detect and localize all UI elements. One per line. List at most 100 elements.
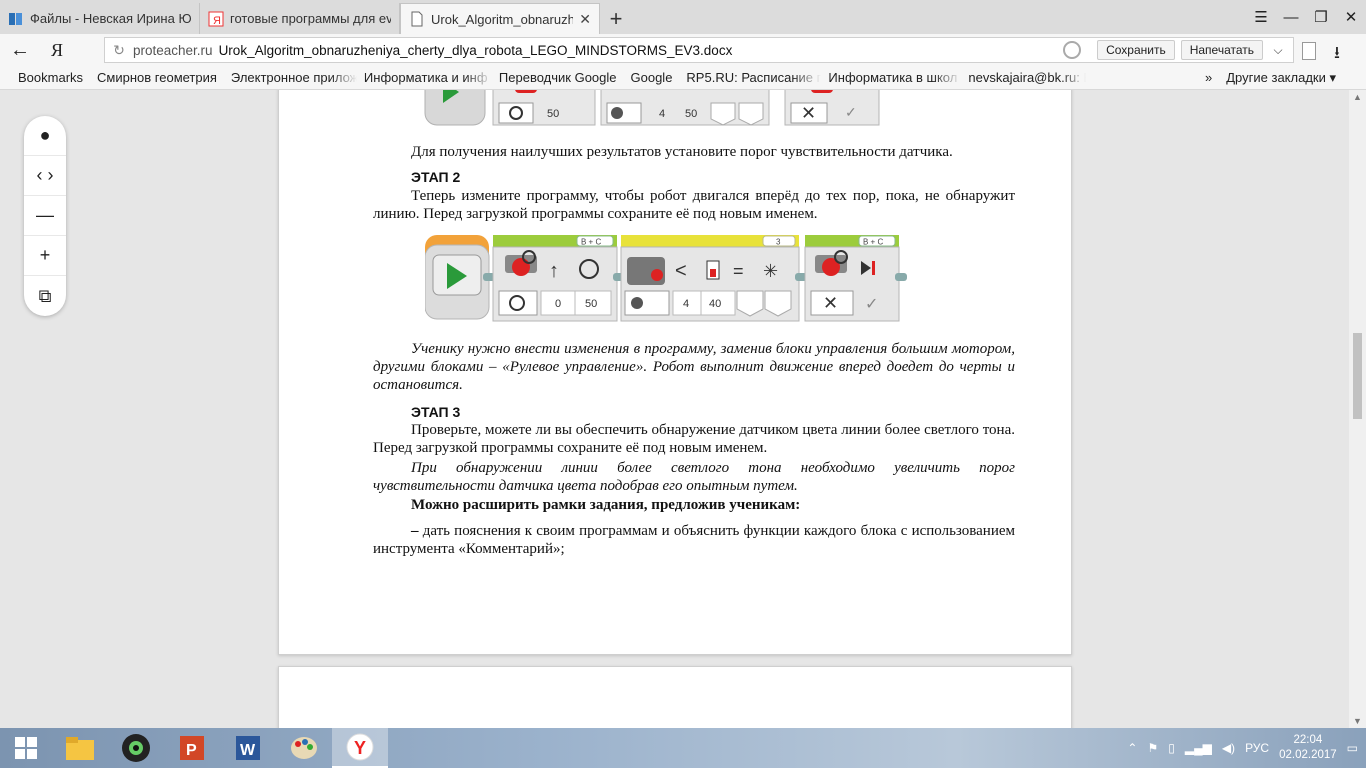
stage2-heading: ЭТАП 2: [411, 169, 461, 185]
url-field[interactable]: ↻ proteacher.ru Urok_Algoritm_obnaruzhen…: [104, 37, 1294, 63]
tab-title: Файлы - Невская Ирина Юр: [30, 11, 191, 26]
fit-page-icon[interactable]: ⧉: [24, 276, 66, 316]
light-icon: ✳: [763, 261, 778, 281]
taskbar-explorer[interactable]: [52, 728, 108, 768]
dot-icon[interactable]: ●: [24, 116, 66, 156]
restore-icon[interactable]: ❐: [1306, 8, 1336, 26]
document-icon[interactable]: [1302, 42, 1316, 60]
bookmark-item[interactable]: Смирнов геометрия: [90, 70, 224, 85]
power-value: 50: [585, 298, 597, 310]
download-icon[interactable]: ⭳: [1334, 40, 1340, 69]
value-label: 50: [547, 108, 559, 120]
volume-icon[interactable]: ◀): [1222, 741, 1235, 755]
bookmark-item[interactable]: Bookmarks: [0, 70, 90, 85]
print-button[interactable]: Напечатать: [1180, 40, 1263, 60]
bookmark-item[interactable]: Информатика и инф: [357, 70, 492, 85]
taskbar: P W Y ⌃ ⚑ ▯ ▂▄▆ ◀) РУС 22:04 02.02.2017 …: [0, 728, 1366, 768]
extend-heading: Можно расширить рамки задания, предложив…: [411, 497, 801, 513]
scroll-up-icon[interactable]: ▲: [1349, 92, 1366, 102]
stage3-text: Проверьте, можете ли вы обеспечить обнар…: [373, 422, 1015, 456]
value-label: 50: [685, 108, 697, 120]
ev3-program-partial: 50 4 50 ✕ ✓: [424, 90, 880, 126]
taskbar-powerpoint[interactable]: P: [164, 728, 220, 768]
tab-files[interactable]: Файлы - Невская Ирина Юр: [0, 3, 200, 34]
caption-text: Для получения наилучших результатов уста…: [411, 144, 953, 160]
bookmark-item[interactable]: Google: [624, 70, 680, 85]
start-button[interactable]: [0, 728, 52, 768]
port-label: B + C: [581, 238, 601, 247]
clock[interactable]: 22:04 02.02.2017: [1279, 733, 1337, 763]
clock-time: 22:04: [1293, 734, 1323, 746]
minimize-icon[interactable]: —: [1276, 9, 1306, 26]
yandex-browser-icon: Y: [346, 733, 374, 761]
scroll-thumb[interactable]: [1353, 333, 1362, 419]
word-icon: W: [236, 736, 260, 760]
taskbar-word[interactable]: W: [220, 728, 276, 768]
yandex-logo[interactable]: Я: [40, 40, 74, 61]
notifications-icon[interactable]: ▭: [1347, 741, 1358, 755]
scrollbar[interactable]: ▲ ▼: [1349, 90, 1366, 728]
arrow-up-icon: ↑: [549, 260, 559, 282]
tab-title: Urok_Algoritm_obnaruzhe: [431, 11, 574, 27]
save-button[interactable]: Сохранить: [1097, 40, 1175, 60]
signal-icon[interactable]: ▂▄▆: [1185, 741, 1212, 755]
svg-text:P: P: [186, 742, 197, 759]
globe-icon[interactable]: [1063, 41, 1082, 59]
tab-programs[interactable]: Я готовые программы для ev: [200, 3, 400, 34]
more-bookmarks-button[interactable]: »: [1205, 70, 1212, 85]
bookmark-item[interactable]: nevskajaira@bk.ru: Вх: [961, 70, 1086, 85]
tab-title: готовые программы для ev: [230, 11, 391, 26]
url-domain: proteacher.ru: [133, 42, 213, 58]
check-icon: ✓: [845, 104, 857, 120]
system-tray: ⌃ ⚑ ▯ ▂▄▆ ◀) РУС 22:04 02.02.2017 ▭: [1127, 728, 1358, 768]
window-controls: ☰ — ❐ ✕: [1246, 0, 1366, 34]
book-icon: [9, 12, 22, 25]
bookmark-item[interactable]: Электронное прилож: [224, 70, 357, 85]
back-icon[interactable]: ←: [0, 39, 40, 62]
sensor-port-value: 4: [683, 298, 689, 310]
menu-icon[interactable]: ☰: [1246, 8, 1276, 26]
powerpoint-icon: P: [180, 736, 204, 760]
bookmark-item[interactable]: Переводчик Google: [492, 70, 624, 85]
other-bookmarks-label: Другие закладки: [1226, 69, 1326, 85]
close-icon[interactable]: ✕: [579, 11, 591, 28]
scroll-down-icon[interactable]: ▼: [1349, 716, 1366, 726]
folder-icon: [66, 737, 94, 760]
bookmark-item[interactable]: RP5.RU: Расписание г: [679, 70, 821, 85]
document-viewer: 50 4 50 ✕ ✓ Для получения наилучших резу…: [0, 90, 1366, 728]
check-icon: ✓: [865, 296, 878, 313]
page-nav-icon[interactable]: ‹ ›: [24, 156, 66, 196]
tab-document[interactable]: Urok_Algoritm_obnaruzhe ✕: [400, 3, 600, 34]
windows-icon: [15, 737, 37, 759]
document-page: [278, 666, 1072, 728]
bookmark-item[interactable]: Информатика в школ: [821, 70, 961, 85]
brake-icon: ✕: [823, 293, 838, 313]
value-label: 4: [659, 108, 665, 120]
taskbar-camera[interactable]: [108, 728, 164, 768]
chevron-down-icon[interactable]: ⌵: [1269, 43, 1287, 58]
list-dash: –: [411, 523, 419, 539]
zoom-out-icon[interactable]: —: [24, 196, 66, 236]
taskbar-yandex-browser[interactable]: Y: [332, 728, 388, 768]
language-indicator[interactable]: РУС: [1245, 741, 1269, 755]
zoom-in-icon[interactable]: +: [24, 236, 66, 276]
url-path: Urok_Algoritm_obnaruzheniya_cherty_dlya_…: [218, 42, 733, 58]
extend-item-text: дать пояснения к своим программам и объя…: [373, 523, 1016, 557]
viewer-tools: ● ‹ › — + ⧉: [24, 116, 66, 316]
port-label: B + C: [863, 238, 883, 247]
threshold-value: 40: [709, 298, 721, 310]
reload-icon[interactable]: ↻: [105, 42, 133, 59]
flag-icon[interactable]: ⚑: [1147, 741, 1158, 755]
close-window-icon[interactable]: ✕: [1336, 8, 1366, 26]
new-tab-button[interactable]: +: [600, 3, 632, 34]
clock-date: 02.02.2017: [1279, 749, 1337, 761]
motor-icon: [512, 258, 530, 276]
bookmarks-bar: Bookmarks Смирнов геометрия Электронное …: [0, 66, 1366, 90]
taskbar-paint[interactable]: [276, 728, 332, 768]
document-page: 50 4 50 ✕ ✓ Для получения наилучших резу…: [278, 90, 1072, 655]
steer-value: 0: [555, 298, 561, 310]
tray-up-icon[interactable]: ⌃: [1127, 741, 1137, 755]
other-bookmarks-button[interactable]: Другие закладки ▾: [1226, 70, 1336, 86]
battery-icon[interactable]: ▯: [1168, 741, 1175, 755]
document-icon: [411, 11, 423, 27]
